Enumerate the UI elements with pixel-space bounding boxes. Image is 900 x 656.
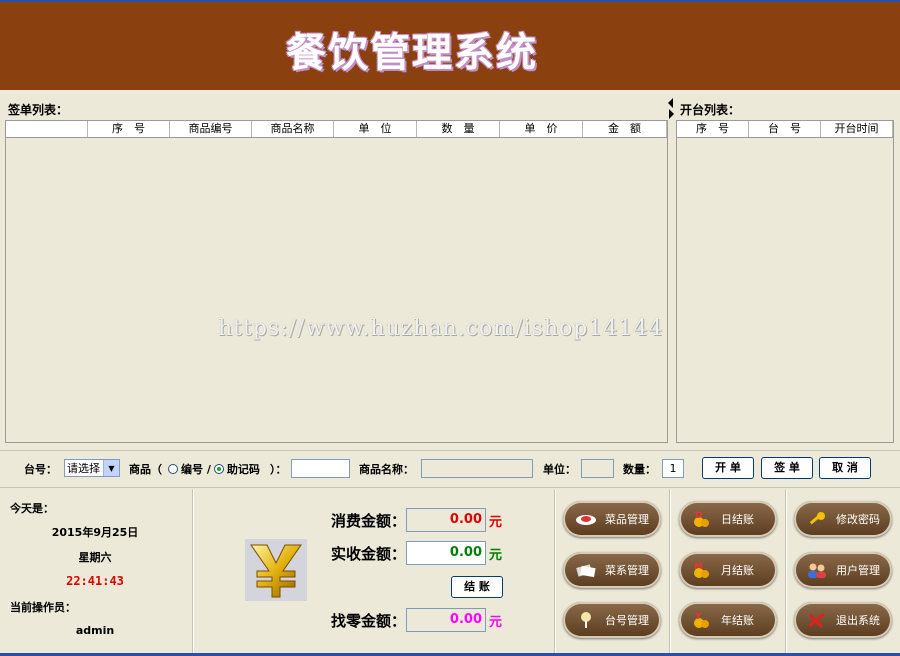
monthly-settle-button[interactable]: M 月结账 (679, 552, 777, 588)
order-col-blank[interactable] (6, 121, 88, 137)
goods-name-field[interactable] (421, 459, 533, 478)
checkout-button[interactable]: 结 账 (451, 576, 503, 598)
table-list-header: 序 号 台 号 开台时间 (677, 121, 893, 138)
change-amount-field[interactable]: 0.00 (406, 608, 486, 632)
dish-manage-button[interactable]: 菜品管理 (563, 501, 661, 537)
func-divider-1 (669, 489, 671, 653)
exit-cross-icon (806, 611, 828, 629)
app-title: 餐饮管理系统 (286, 30, 538, 76)
chevron-down-icon[interactable]: ▼ (103, 460, 119, 476)
radio-code-label[interactable]: 编号 / (181, 461, 211, 477)
settle-divider (554, 489, 556, 653)
unit-label: 单位： (543, 463, 576, 476)
goods-label: 商品（ (129, 463, 162, 476)
goods-code-input[interactable] (291, 459, 350, 478)
daily-settle-label: 日结账 (721, 513, 754, 526)
exit-system-button[interactable]: 退出系统 (794, 602, 892, 638)
exit-system-label: 退出系统 (836, 614, 880, 627)
order-col-name[interactable]: 商品名称 (252, 121, 334, 137)
table-manage-button[interactable]: 台号管理 (563, 602, 661, 638)
table-col-time[interactable]: 开台时间 (821, 121, 893, 137)
dish-plate-icon (575, 510, 597, 528)
yearly-settle-button[interactable]: Y 年结账 (679, 602, 777, 638)
change-password-button[interactable]: 修改密码 (794, 501, 892, 537)
order-col-price[interactable]: 单 价 (500, 121, 583, 137)
qty-input[interactable]: 1 (662, 459, 684, 478)
date-text: 2015年9月25日 (51, 526, 139, 539)
key-icon (806, 510, 828, 528)
table-list-label: 开台列表： (680, 103, 741, 117)
sign-order-button[interactable]: 签 单 (761, 457, 813, 479)
watermark-text: https://www.huzhan.com/ishop14144 (218, 316, 664, 341)
received-amount-input[interactable]: 0.00 (406, 541, 486, 565)
category-cards-icon (575, 561, 597, 579)
consume-currency: 元 (489, 515, 503, 530)
dish-manage-label: 菜品管理 (605, 513, 649, 526)
splitter-right-arrow-icon[interactable] (669, 109, 674, 119)
yearly-coins-icon: Y (691, 611, 713, 629)
order-col-code[interactable]: 商品编号 (170, 121, 252, 137)
users-icon (806, 561, 828, 579)
table-col-seq[interactable]: 序 号 (677, 121, 749, 137)
monthly-settle-label: 月结账 (721, 564, 754, 577)
radio-code[interactable] (168, 464, 178, 474)
received-amount-label: 实收金额： (331, 545, 407, 563)
splitter-left-arrow-icon[interactable] (668, 98, 673, 108)
consume-amount-field[interactable]: 0.00 (406, 508, 486, 532)
table-pin-icon (575, 611, 597, 629)
order-list-header: 序 号 商品编号 商品名称 单 位 数 量 单 价 金 额 (6, 121, 667, 138)
category-manage-label: 菜系管理 (605, 564, 649, 577)
user-manage-label: 用户管理 (836, 564, 880, 577)
radio-mnemonic[interactable] (213, 464, 224, 474)
received-currency: 元 (489, 548, 503, 563)
order-col-seq[interactable]: 序 号 (88, 121, 170, 137)
goods-mode-radio-group: 编号 / 助记码 (168, 461, 260, 477)
operator-label: 当前操作员： (10, 601, 76, 614)
consume-amount-label: 消费金额： (331, 512, 407, 530)
unit-field[interactable] (581, 459, 614, 478)
table-no-label: 台号： (24, 463, 57, 476)
order-col-qty[interactable]: 数 量 (417, 121, 500, 137)
category-manage-button[interactable]: 菜系管理 (563, 552, 661, 588)
goods-name-label: 商品名称： (359, 463, 414, 476)
clock-text: 22:41:43 (66, 574, 124, 588)
bottom-panel-separator (0, 487, 900, 488)
monthly-coins-icon: M (691, 561, 713, 579)
change-currency: 元 (489, 615, 503, 630)
order-col-unit[interactable]: 单 位 (334, 121, 417, 137)
yuan-coin-icon (245, 539, 307, 601)
daily-coins-icon: D (691, 510, 713, 528)
order-bar-separator (0, 450, 900, 451)
qty-label: 数量： (623, 463, 656, 476)
svg-text:M: M (694, 562, 703, 572)
daily-settle-button[interactable]: D 日结账 (679, 501, 777, 537)
order-list-grid[interactable]: 序 号 商品编号 商品名称 单 位 数 量 单 价 金 额 (5, 120, 668, 443)
goods-close-label: ）： (270, 463, 287, 476)
table-no-select-value: 请选择 (67, 462, 100, 475)
svg-text:Y: Y (694, 612, 702, 622)
today-label: 今天是： (10, 502, 54, 515)
weekday-text: 星期六 (78, 551, 112, 564)
user-manage-button[interactable]: 用户管理 (794, 552, 892, 588)
table-manage-label: 台号管理 (605, 614, 649, 627)
order-list-label: 签单列表： (8, 103, 69, 117)
change-amount-label: 找零金额： (331, 612, 407, 630)
yearly-settle-label: 年结账 (721, 614, 754, 627)
open-order-button[interactable]: 开 单 (702, 457, 754, 479)
table-list-grid[interactable]: 序 号 台 号 开台时间 (676, 120, 894, 443)
panel-splitter[interactable] (668, 98, 676, 119)
table-no-select[interactable]: 请选择 ▼ (64, 459, 120, 477)
change-password-label: 修改密码 (836, 513, 880, 526)
order-col-amount[interactable]: 金 额 (583, 121, 667, 137)
radio-mnemonic-label[interactable]: 助记码 (227, 461, 260, 477)
cancel-order-button[interactable]: 取 消 (819, 457, 871, 479)
table-col-no[interactable]: 台 号 (749, 121, 821, 137)
info-divider (192, 489, 194, 653)
svg-text:D: D (695, 511, 702, 521)
func-divider-2 (785, 489, 787, 653)
operator-name: admin (75, 624, 115, 637)
